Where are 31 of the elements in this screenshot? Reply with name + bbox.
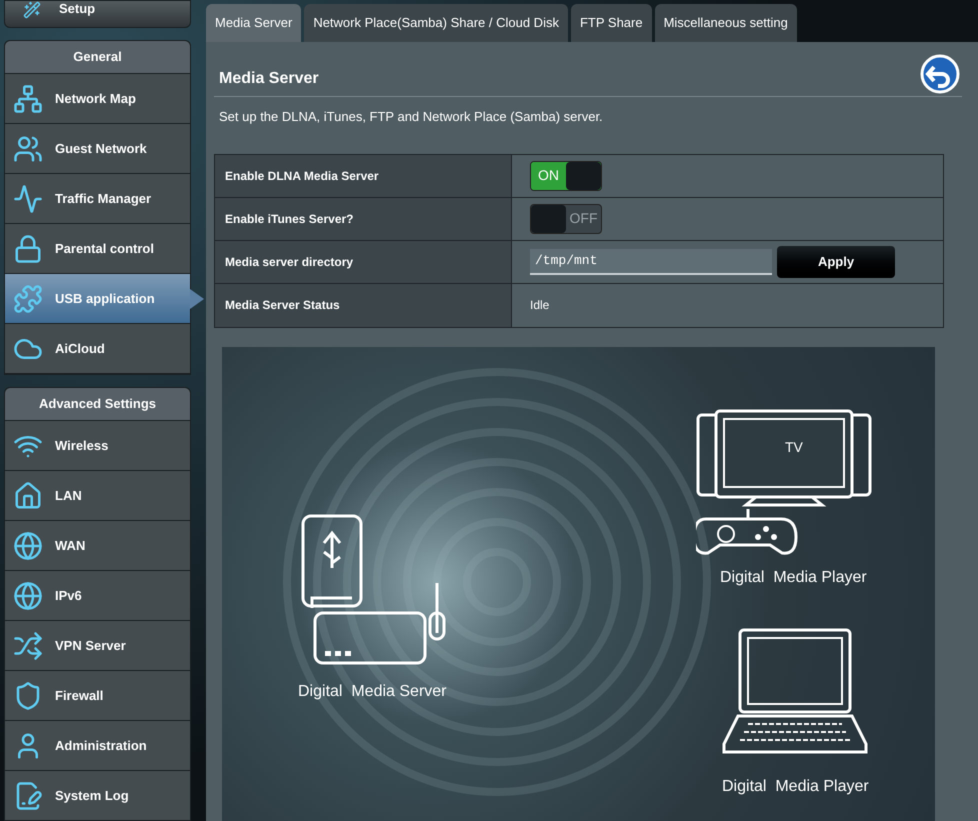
setting-label: Media Server Status	[215, 284, 512, 326]
section-title: General	[5, 41, 190, 74]
globe-icon	[13, 580, 43, 610]
setting-label: Enable iTunes Server?	[215, 198, 512, 240]
player-label: Digital Media Player	[720, 568, 867, 588]
tv-label: TV	[785, 438, 803, 456]
setting-label: Media server directory	[215, 240, 512, 282]
globe-icon	[13, 530, 43, 560]
users-icon	[13, 134, 43, 164]
wand-icon	[21, 1, 43, 19]
setting-label: Enable DLNA Media Server	[215, 154, 512, 196]
description: Set up the DLNA, iTunes, FTP and Network Place (Samba) server.	[218, 108, 604, 126]
lock-icon	[13, 234, 43, 264]
server-label: Digital Media Server	[298, 682, 446, 702]
page-title: Media Server	[218, 69, 319, 89]
directory-field[interactable]: /tmp/mnt	[530, 248, 772, 274]
tab[interactable]: FTP Share	[570, 4, 652, 42]
toggle-switch[interactable]: OFF	[530, 204, 602, 234]
network-icon	[13, 84, 43, 114]
status-value: Idle	[530, 297, 550, 314]
tab[interactable]: Media Server	[206, 4, 302, 42]
apply-button[interactable]: Apply	[777, 246, 895, 278]
puzzle-icon	[13, 284, 43, 314]
section-title: Advanced Settings	[5, 388, 190, 421]
tab[interactable]: Network Place(Samba) Share / Cloud Disk	[304, 4, 568, 42]
player-label: Digital Media Player	[722, 776, 869, 796]
tab[interactable]: Miscellaneous setting	[654, 4, 797, 42]
house-icon	[13, 480, 43, 510]
setup-item[interactable]: Setup	[4, 0, 191, 28]
arrows-icon	[13, 630, 43, 660]
activity-icon	[13, 184, 43, 214]
